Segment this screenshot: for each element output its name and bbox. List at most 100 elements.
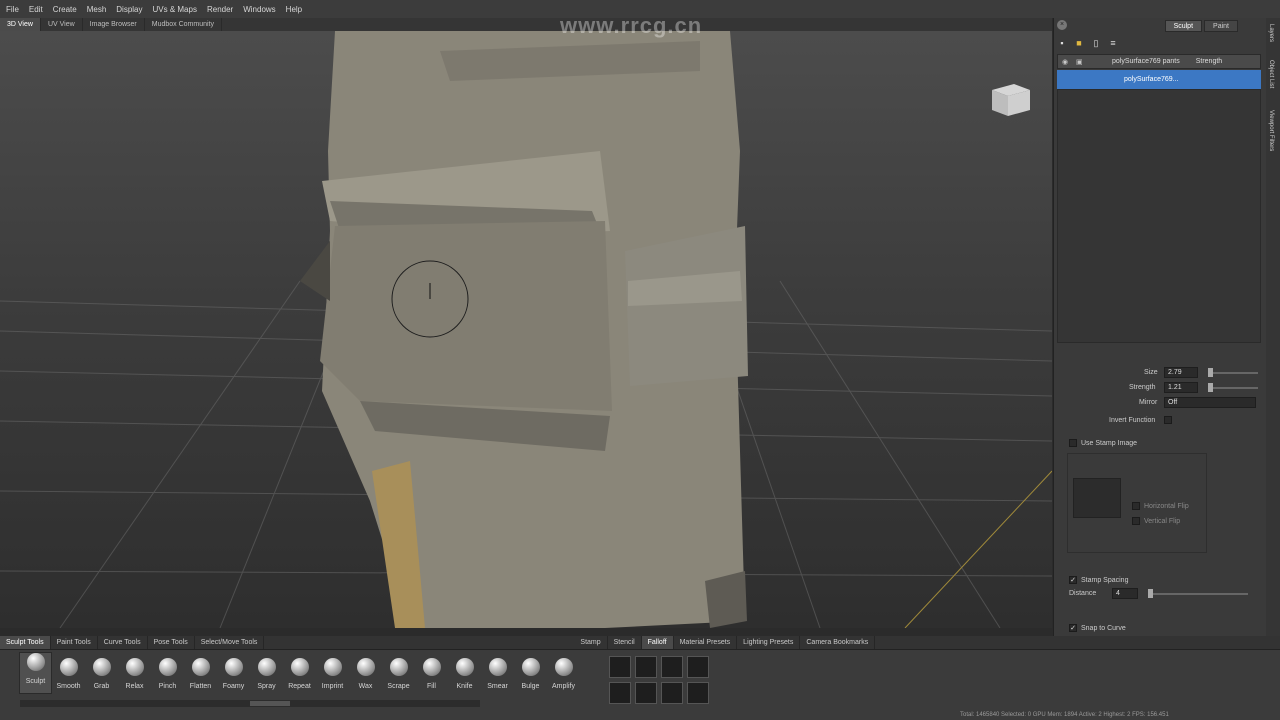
menu-file[interactable]: File [6, 5, 19, 14]
mudbox-window: File Edit Create Mesh Display UVs & Maps… [0, 0, 1280, 720]
tab-paint-tools[interactable]: Paint Tools [51, 636, 98, 649]
stamp-image-preview[interactable] [1073, 478, 1121, 518]
relax-icon [125, 658, 144, 676]
strength-label: Strength [1129, 384, 1156, 391]
status-bar: Total: 1465840 Selected: 0 GPU Mem: 1894… [960, 712, 1169, 718]
menu-uvs-maps[interactable]: UVs & Maps [153, 5, 197, 14]
falloff-thumb-5[interactable] [609, 682, 631, 704]
fill-icon [422, 658, 441, 676]
tab-3d-view[interactable]: 3D View [0, 18, 41, 31]
tab-lighting-presets[interactable]: Lighting Presets [737, 636, 801, 649]
layer-menu-icon[interactable]: ≡ [1108, 38, 1118, 48]
eye-icon[interactable]: ◉ [1062, 58, 1072, 66]
tab-mudbox-community[interactable]: Mudbox Community [145, 18, 222, 31]
distance-slider[interactable] [1148, 588, 1248, 598]
falloff-thumb-2[interactable] [635, 656, 657, 678]
menu-create[interactable]: Create [53, 5, 77, 14]
amplify-icon [554, 658, 573, 676]
tool-fill[interactable]: Fill [415, 658, 448, 690]
tool-relax[interactable]: Relax [118, 658, 151, 690]
close-icon[interactable]: × [1057, 20, 1067, 30]
tab-camera-bookmarks[interactable]: Camera Bookmarks [800, 636, 876, 649]
distance-field[interactable]: 4 [1112, 588, 1138, 599]
tool-grab[interactable]: Grab [85, 658, 118, 690]
tool-scrape[interactable]: Scrape [382, 658, 415, 690]
tool-knife[interactable]: Knife [448, 658, 481, 690]
tool-pinch[interactable]: Pinch [151, 658, 184, 690]
menu-display[interactable]: Display [116, 5, 142, 14]
stamp-spacing-checkbox[interactable]: ✓ [1069, 576, 1077, 584]
tool-imprint[interactable]: Imprint [316, 658, 349, 690]
falloff-thumb-3[interactable] [661, 656, 683, 678]
strength-slider[interactable] [1208, 382, 1258, 392]
grab-icon [92, 658, 111, 676]
tool-foamy[interactable]: Foamy [217, 658, 250, 690]
tab-paint[interactable]: Paint [1204, 20, 1238, 32]
horizontal-flip-label: Horizontal Flip [1144, 502, 1189, 510]
tab-material-presets[interactable]: Material Presets [674, 636, 738, 649]
falloff-thumb-6[interactable] [635, 682, 657, 704]
view-cube[interactable] [990, 82, 1032, 118]
falloff-thumb-8[interactable] [687, 682, 709, 704]
stamp-spacing-label: Stamp Spacing [1081, 576, 1129, 584]
layer-toolbar: ▪ ■ ▯ ≡ [1057, 36, 1261, 50]
falloff-thumb-4[interactable] [687, 656, 709, 678]
size-field[interactable]: 2.79 [1164, 367, 1198, 378]
tool-tray-scrollbar[interactable] [20, 700, 480, 707]
tab-stamp[interactable]: Stamp [574, 636, 608, 649]
use-stamp-checkbox[interactable] [1069, 439, 1077, 447]
knife-icon [455, 658, 474, 676]
menu-edit[interactable]: Edit [29, 5, 43, 14]
menu-windows[interactable]: Windows [243, 5, 275, 14]
tab-sculpt-tools[interactable]: Sculpt Tools [0, 636, 51, 649]
use-stamp-label: Use Stamp Image [1081, 439, 1138, 447]
tool-smear[interactable]: Smear [481, 658, 514, 690]
side-tabs: Layers Object List Viewport Filters [1266, 18, 1280, 720]
tab-uv-view[interactable]: UV View [41, 18, 83, 31]
tool-tray: Sculpt Smooth Grab Relax Pinch Flatten F… [0, 649, 1280, 720]
tool-sculpt[interactable]: Sculpt [19, 652, 52, 694]
tool-flatten[interactable]: Flatten [184, 658, 217, 690]
layer-name-header: polySurface769 pants [1112, 58, 1180, 65]
new-layer-icon[interactable]: ▪ [1057, 38, 1067, 48]
tool-wax[interactable]: Wax [349, 658, 382, 690]
tool-spray[interactable]: Spray [250, 658, 283, 690]
tab-curve-tools[interactable]: Curve Tools [98, 636, 148, 649]
tab-stencil[interactable]: Stencil [608, 636, 642, 649]
menu-mesh[interactable]: Mesh [87, 5, 107, 14]
snap-to-curve-checkbox[interactable]: ✓ [1069, 624, 1077, 632]
tab-pose-tools[interactable]: Pose Tools [148, 636, 195, 649]
layer-row-selected[interactable]: polySurface769... [1057, 70, 1261, 89]
horizontal-flip-checkbox[interactable] [1132, 502, 1140, 510]
3d-viewport[interactable] [0, 31, 1052, 628]
side-tab-viewport-filters[interactable]: Viewport Filters [1268, 110, 1274, 151]
invert-function-checkbox[interactable] [1164, 416, 1172, 424]
mirror-select[interactable]: Off [1164, 397, 1256, 408]
tab-image-browser[interactable]: Image Browser [83, 18, 145, 31]
tool-bulge[interactable]: Bulge [514, 658, 547, 690]
layer-list[interactable] [1057, 89, 1261, 343]
distance-label: Distance [1069, 590, 1097, 597]
layer-op-icon[interactable]: ▯ [1091, 38, 1101, 48]
side-tab-layers[interactable]: Layers [1268, 24, 1274, 42]
side-tab-object-list[interactable]: Object List [1268, 60, 1274, 88]
vertical-flip-checkbox[interactable] [1132, 517, 1140, 525]
tab-falloff[interactable]: Falloff [641, 636, 674, 649]
wax-icon [356, 658, 375, 676]
tool-repeat[interactable]: Repeat [283, 658, 316, 690]
snap-to-curve-label: Snap to Curve [1081, 624, 1126, 632]
tab-sculpt[interactable]: Sculpt [1164, 20, 1203, 32]
tool-amplify[interactable]: Amplify [547, 658, 580, 690]
tool-smooth[interactable]: Smooth [52, 658, 85, 690]
falloff-thumb-7[interactable] [661, 682, 683, 704]
strength-field[interactable]: 1.21 [1164, 382, 1198, 393]
lock-icon[interactable]: ▣ [1076, 58, 1086, 66]
size-slider[interactable] [1208, 367, 1258, 377]
tab-select-move-tools[interactable]: Select/Move Tools [195, 636, 265, 649]
menu-render[interactable]: Render [207, 5, 233, 14]
mirror-label: Mirror [1139, 399, 1158, 406]
falloff-thumb-1[interactable] [609, 656, 631, 678]
menu-help[interactable]: Help [286, 5, 302, 14]
flatten-icon [191, 658, 210, 676]
folder-icon[interactable]: ■ [1074, 38, 1084, 48]
